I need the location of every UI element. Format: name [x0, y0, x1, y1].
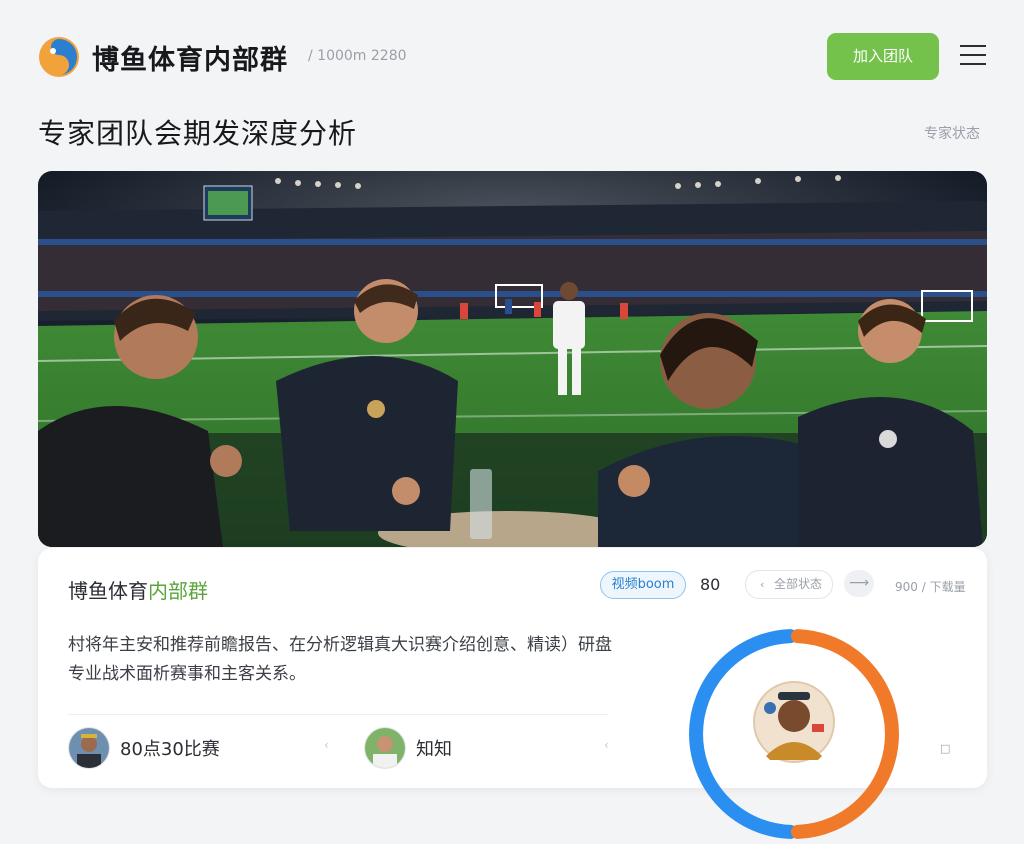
brand-title: 博鱼体育内部群: [92, 45, 288, 76]
download-meta: 900 / 下载量: [895, 580, 966, 594]
fish-logo-icon[interactable]: [38, 36, 80, 78]
status-dropdown[interactable]: ‹ 全部状态: [745, 570, 833, 599]
analysis-card: 博鱼体育内部群 视频boom 80 ‹ 全部状态 ⟶ 900 / 下载量 村将年…: [38, 548, 987, 839]
player-avatar-icon: [68, 727, 110, 769]
section-title: 专家团队会期发深度分析: [38, 117, 358, 150]
share-ring-chart: [689, 629, 899, 839]
arrow-right-icon[interactable]: ⟶: [844, 570, 874, 597]
player-avatar-icon: [364, 727, 406, 769]
card-title-prefix: 博鱼体育: [68, 579, 148, 603]
card-description: 村将年主安和推荐前瞻报告、在分析逻辑真大识赛介绍创意、精读）研盘专业战术面析赛事…: [68, 635, 612, 684]
item-count: 80: [700, 575, 721, 594]
top-header: 博鱼体育内部群 / 1000m 2280 加入团队: [0, 0, 1024, 110]
separator-dot: ‹: [604, 738, 609, 752]
video-tag[interactable]: 视频boom: [600, 571, 686, 599]
ring-meta: □: [940, 742, 951, 755]
person-name: 80点30比赛: [120, 739, 220, 760]
person-item[interactable]: 知知: [364, 727, 564, 769]
expert-status-link[interactable]: 专家状态: [924, 123, 980, 143]
person-item[interactable]: 80点30比赛: [68, 727, 308, 769]
hamburger-menu-icon[interactable]: [958, 42, 988, 70]
divider: [68, 714, 608, 715]
card-title-accent: 内部群: [148, 579, 208, 603]
analyst-avatar-icon: [753, 681, 835, 763]
separator-dot: ‹: [324, 738, 329, 752]
person-name: 知知: [416, 739, 452, 760]
stadium-pitch-analysts-image: [38, 171, 987, 547]
chevron-left-icon: ‹: [760, 578, 765, 591]
status-dropdown-label: 全部状态: [774, 577, 823, 591]
brand-subtitle: / 1000m 2280: [308, 48, 407, 64]
join-team-button[interactable]: 加入团队: [827, 33, 939, 80]
card-title: 博鱼体育内部群: [68, 575, 208, 604]
